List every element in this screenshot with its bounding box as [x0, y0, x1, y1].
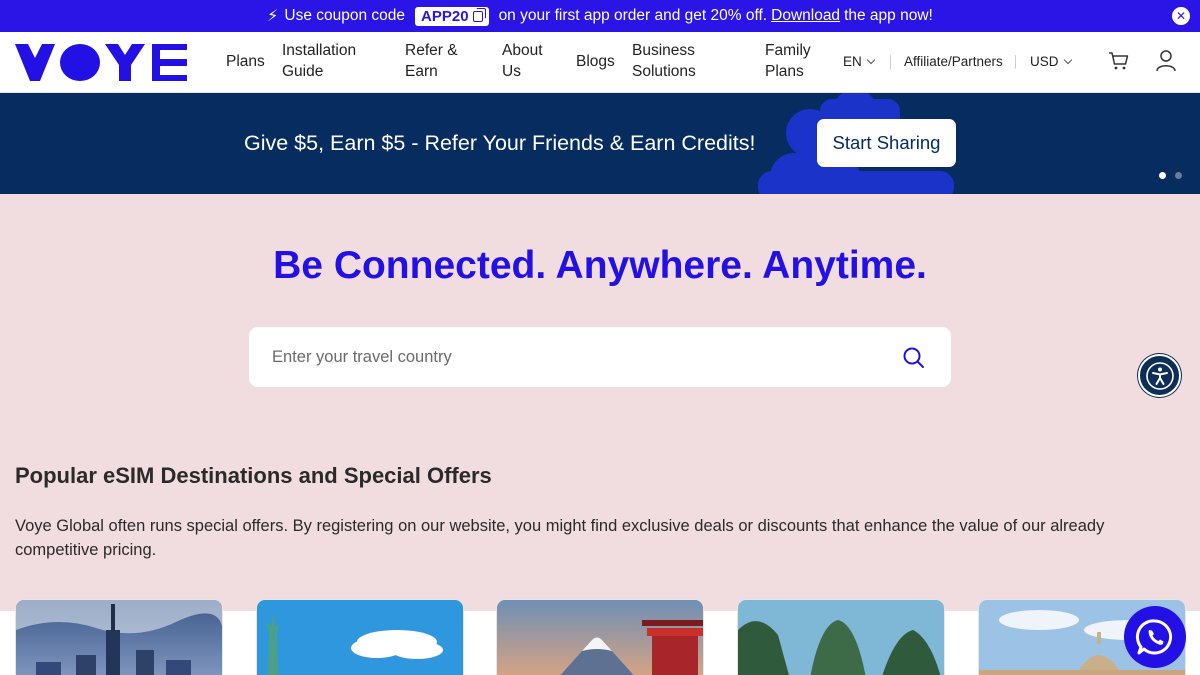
hero-title: Be Connected. Anywhere. Anytime.	[273, 244, 927, 287]
accessibility-icon	[1145, 361, 1174, 390]
search-input[interactable]	[272, 347, 872, 367]
voye-logo[interactable]	[15, 44, 187, 81]
mount-fuji-image	[497, 600, 703, 675]
chevron-down-icon	[1063, 55, 1072, 65]
destinations-description: Voye Global often runs special offers. B…	[15, 517, 1105, 559]
nav-family-plans[interactable]: Family Plans	[765, 40, 811, 82]
carousel-dots	[1159, 172, 1182, 179]
search-icon[interactable]	[902, 346, 925, 369]
lightning-icon: ⚡	[267, 8, 279, 25]
destination-card-dubai[interactable]	[16, 600, 222, 675]
promo-bar: ⚡ Use coupon code APP20 on your first ap…	[0, 0, 1200, 32]
whatsapp-icon	[1135, 619, 1173, 655]
banner-text: Give $5, Earn $5 - Refer Your Friends & …	[244, 131, 756, 155]
promo-middle: on your first app order and get 20% off.	[498, 7, 768, 24]
nav-plans[interactable]: Plans	[226, 51, 265, 72]
whatsapp-chat-button[interactable]	[1124, 606, 1186, 668]
cart-icon[interactable]	[1108, 50, 1130, 72]
statue-of-liberty-image	[257, 600, 463, 675]
coupon-code: APP20	[421, 7, 469, 25]
promo-suffix: the app now!	[844, 7, 933, 24]
currency-selector[interactable]: USD	[1030, 54, 1072, 69]
site-header: Plans Installation Guide Refer & Earn Abou…	[0, 32, 1200, 93]
nav-refer-earn[interactable]: Refer & Earn	[405, 40, 458, 82]
coupon-code-button[interactable]: APP20	[415, 6, 489, 26]
header-divider	[890, 55, 891, 69]
referral-banner: Give $5, Earn $5 - Refer Your Friends & …	[0, 93, 1200, 194]
language-selector[interactable]: EN	[843, 54, 876, 69]
destination-card-usa[interactable]	[257, 600, 463, 675]
promo-prefix: Use coupon code	[284, 7, 406, 24]
carousel-dot[interactable]	[1175, 172, 1182, 179]
carousel-dot[interactable]	[1159, 172, 1166, 179]
nav-about-us[interactable]: About Us	[502, 40, 543, 82]
download-link[interactable]: Download	[771, 7, 840, 25]
country-search	[249, 327, 951, 387]
karst-bay-image	[738, 600, 944, 675]
user-icon[interactable]	[1155, 49, 1177, 73]
destinations-title: Popular eSIM Destinations and Special Of…	[15, 463, 492, 488]
nav-business-solutions[interactable]: Business Solutions	[632, 40, 696, 82]
header-divider	[1015, 55, 1016, 69]
copy-icon	[472, 7, 486, 22]
currency-value: USD	[1030, 54, 1059, 69]
affiliate-partners-link[interactable]: Affiliate/Partners	[904, 54, 1003, 69]
start-sharing-button[interactable]: Start Sharing	[817, 119, 956, 167]
destination-card-japan[interactable]	[497, 600, 703, 675]
language-value: EN	[843, 54, 862, 69]
nav-installation-guide[interactable]: Installation Guide	[282, 40, 356, 82]
nav-blogs[interactable]: Blogs	[576, 51, 615, 72]
destination-card-vietnam[interactable]	[738, 600, 944, 675]
accessibility-button[interactable]	[1138, 354, 1181, 397]
chevron-down-icon	[866, 55, 876, 65]
city-skyline-image	[16, 600, 222, 675]
close-icon[interactable]: ✕	[1172, 7, 1190, 25]
